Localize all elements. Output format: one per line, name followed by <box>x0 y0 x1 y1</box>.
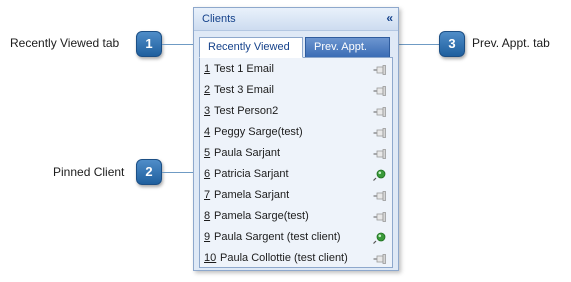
item-number: 4 <box>204 126 211 138</box>
pin-icon-unpinned[interactable] <box>373 106 387 118</box>
item-number: 3 <box>204 105 211 117</box>
item-name: Paula Sarjant <box>214 147 281 159</box>
callout-label-recently-viewed: Recently Viewed tab <box>10 36 120 50</box>
panel-header: Clients « <box>194 8 398 31</box>
tab-recently-viewed[interactable]: Recently Viewed <box>199 37 303 58</box>
clients-panel: Clients « Recently Viewed Prev. Appt. 1T… <box>193 7 399 271</box>
callout-line-3 <box>392 44 440 45</box>
pin-icon-unpinned[interactable] <box>373 211 387 223</box>
item-name: Peggy Sarge(test) <box>214 126 303 138</box>
item-number: 5 <box>204 147 211 159</box>
pin-icon-unpinned[interactable] <box>373 64 387 76</box>
list-item[interactable]: 8 Pamela Sarge(test) <box>200 207 392 227</box>
pin-icon-pinned[interactable] <box>373 169 387 181</box>
list-item[interactable]: 5 Paula Sarjant <box>200 144 392 164</box>
item-name: Test Person2 <box>214 105 279 117</box>
callout-label-prev-appt: Prev. Appt. tab <box>472 36 550 50</box>
item-name: Test 1 Email <box>214 63 274 75</box>
item-number: 7 <box>204 189 211 201</box>
callout-badge-2: 2 <box>136 159 162 185</box>
list-item[interactable]: 6 Patricia Sarjant <box>200 165 392 185</box>
pin-icon-unpinned[interactable] <box>373 127 387 139</box>
pin-icon-unpinned[interactable] <box>373 190 387 202</box>
pin-icon-unpinned[interactable] <box>373 253 387 265</box>
callout-label-pinned-client: Pinned Client <box>53 165 125 179</box>
panel-title: Clients <box>202 13 236 25</box>
item-name: Paula Collottie (test client) <box>220 252 348 264</box>
list-item[interactable]: 4 Peggy Sarge(test) <box>200 123 392 143</box>
pin-icon-unpinned[interactable] <box>373 85 387 97</box>
item-name: Paula Sargent (test client) <box>214 231 341 243</box>
tab-prev-appt[interactable]: Prev. Appt. <box>305 37 390 57</box>
item-name: Pamela Sarge(test) <box>214 210 309 222</box>
item-number: 2 <box>204 84 211 96</box>
item-name: Test 3 Email <box>214 84 274 96</box>
item-number: 8 <box>204 210 211 222</box>
item-number: 6 <box>204 168 211 180</box>
collapse-icon[interactable]: « <box>386 11 393 25</box>
callout-badge-3: 3 <box>439 31 465 57</box>
list-item[interactable]: 1 Test 1 Email <box>200 60 392 80</box>
list-item[interactable]: 9 Paula Sargent (test client) <box>200 228 392 248</box>
list-item[interactable]: 2 Test 3 Email <box>200 81 392 101</box>
list-item[interactable]: 7 Pamela Sarjant <box>200 186 392 206</box>
client-list: 1 Test 1 Email 2 Test 3 Email 3 Test Person2 4… <box>199 57 393 268</box>
item-name: Patricia Sarjant <box>214 168 289 180</box>
list-item[interactable]: 3 Test Person2 <box>200 102 392 122</box>
item-number: 1 <box>204 63 211 75</box>
callout-badge-1: 1 <box>136 31 162 57</box>
item-number: 9 <box>204 231 211 243</box>
list-item[interactable]: 10 Paula Collottie (test client) <box>200 249 392 269</box>
pin-icon-pinned[interactable] <box>373 232 387 244</box>
item-number: 10 <box>204 252 217 264</box>
pin-icon-unpinned[interactable] <box>373 148 387 160</box>
item-name: Pamela Sarjant <box>214 189 290 201</box>
